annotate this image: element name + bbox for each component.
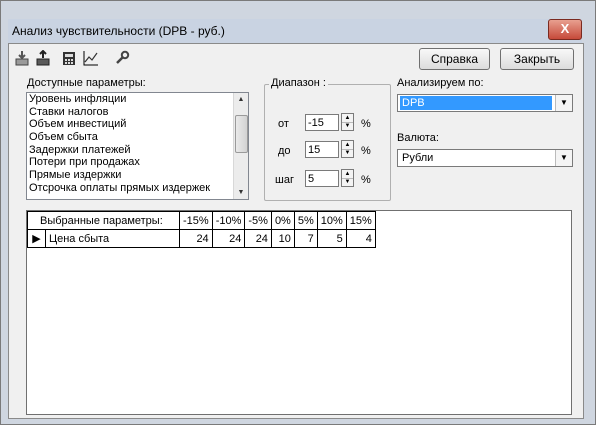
table-cell[interactable]: 24 xyxy=(179,229,213,248)
table-cell[interactable]: 10 xyxy=(270,229,295,248)
from-spinner[interactable]: ▲ ▼ xyxy=(341,113,354,131)
row-selector-icon[interactable]: ▶ xyxy=(27,229,46,248)
column-header[interactable]: -5% xyxy=(244,211,272,230)
column-header[interactable]: 0% xyxy=(270,211,295,230)
calculator-icon[interactable] xyxy=(60,48,80,68)
export-up-icon[interactable] xyxy=(33,48,53,68)
from-input[interactable]: -15 xyxy=(305,114,339,131)
column-header[interactable]: -10% xyxy=(211,211,246,230)
window-close-button[interactable]: X xyxy=(548,19,582,40)
spin-down-icon[interactable]: ▼ xyxy=(342,122,353,130)
analyze-label: Анализируем по: xyxy=(397,77,484,89)
table-header-row: Выбранные параметры: -15% -10% -5% 0% 5%… xyxy=(27,211,376,230)
import-down-icon[interactable] xyxy=(12,48,32,68)
window-title: Анализ чувствительности (DPB - руб.) xyxy=(12,24,225,38)
table-cell[interactable]: 24 xyxy=(244,229,272,248)
list-item[interactable]: Объем сбыта xyxy=(27,131,248,144)
params-scrollbar[interactable]: ▲ ▼ xyxy=(233,93,248,199)
chevron-down-icon[interactable]: ▼ xyxy=(555,95,572,111)
list-item[interactable]: Прямые издержки xyxy=(27,169,248,182)
to-input[interactable]: 15 xyxy=(305,141,339,158)
table-row[interactable]: ▶ Цена сбыта 24 24 24 10 7 5 4 xyxy=(27,229,376,248)
dialog-client: Справка Закрыть Доступные параметры: Уро… xyxy=(8,43,584,419)
dialog-window: Анализ чувствительности (DPB - руб.) X С… xyxy=(0,0,596,425)
list-item[interactable]: Ставки налогов xyxy=(27,106,248,119)
line-chart-icon[interactable] xyxy=(81,48,101,68)
list-item[interactable]: Объем инвестиций xyxy=(27,118,248,131)
list-item[interactable]: Отсрочка оплаты прямых издержек xyxy=(27,182,248,195)
from-label: от xyxy=(278,118,289,130)
column-header[interactable]: 15% xyxy=(345,211,376,230)
close-button[interactable]: Закрыть xyxy=(500,48,574,70)
grid-header-label: Выбранные параметры: xyxy=(27,211,180,230)
step-spinner[interactable]: ▲ ▼ xyxy=(341,169,354,187)
title-bar: Анализ чувствительности (DPB - руб.) X xyxy=(8,19,582,43)
currency-label: Валюта: xyxy=(397,132,439,144)
list-item[interactable]: Задержки платежей xyxy=(27,144,248,157)
table-cell[interactable]: 7 xyxy=(293,229,318,248)
column-header[interactable]: 5% xyxy=(293,211,318,230)
step-label: шаг xyxy=(275,174,294,186)
help-button[interactable]: Справка xyxy=(419,48,490,70)
spin-down-icon[interactable]: ▼ xyxy=(342,149,353,157)
currency-select[interactable]: Рубли ▼ xyxy=(397,149,573,167)
table-cell[interactable]: 24 xyxy=(211,229,246,248)
to-spinner[interactable]: ▲ ▼ xyxy=(341,140,354,158)
column-header[interactable]: -15% xyxy=(179,211,213,230)
table-cell[interactable]: 5 xyxy=(316,229,347,248)
scroll-thumb[interactable] xyxy=(235,115,248,153)
row-name: Цена сбыта xyxy=(44,229,181,248)
params-listbox[interactable]: Уровень инфляции Ставки налогов Объем ин… xyxy=(26,92,249,200)
spin-down-icon[interactable]: ▼ xyxy=(342,178,353,186)
step-unit: % xyxy=(361,174,371,186)
currency-value: Рубли xyxy=(402,152,434,164)
from-unit: % xyxy=(361,118,371,130)
results-table: Выбранные параметры: -15% -10% -5% 0% 5%… xyxy=(27,211,376,248)
to-label: до xyxy=(278,145,291,157)
list-item[interactable]: Уровень инфляции xyxy=(27,93,248,106)
step-input[interactable]: 5 xyxy=(305,170,339,187)
table-cell[interactable]: 4 xyxy=(345,229,376,248)
analyze-value: DPB xyxy=(400,96,552,110)
params-label: Доступные параметры: xyxy=(27,77,146,89)
scroll-up-icon[interactable]: ▲ xyxy=(234,93,248,106)
column-header[interactable]: 10% xyxy=(316,211,347,230)
scroll-down-icon[interactable]: ▼ xyxy=(234,186,248,199)
wrench-icon[interactable] xyxy=(112,48,132,68)
range-title: Диапазон : xyxy=(269,77,328,89)
to-unit: % xyxy=(361,145,371,157)
results-grid[interactable]: Выбранные параметры: -15% -10% -5% 0% 5%… xyxy=(26,210,572,415)
analyze-select[interactable]: DPB ▼ xyxy=(397,94,573,112)
list-item[interactable]: Потери при продажах xyxy=(27,156,248,169)
chevron-down-icon[interactable]: ▼ xyxy=(555,150,572,166)
